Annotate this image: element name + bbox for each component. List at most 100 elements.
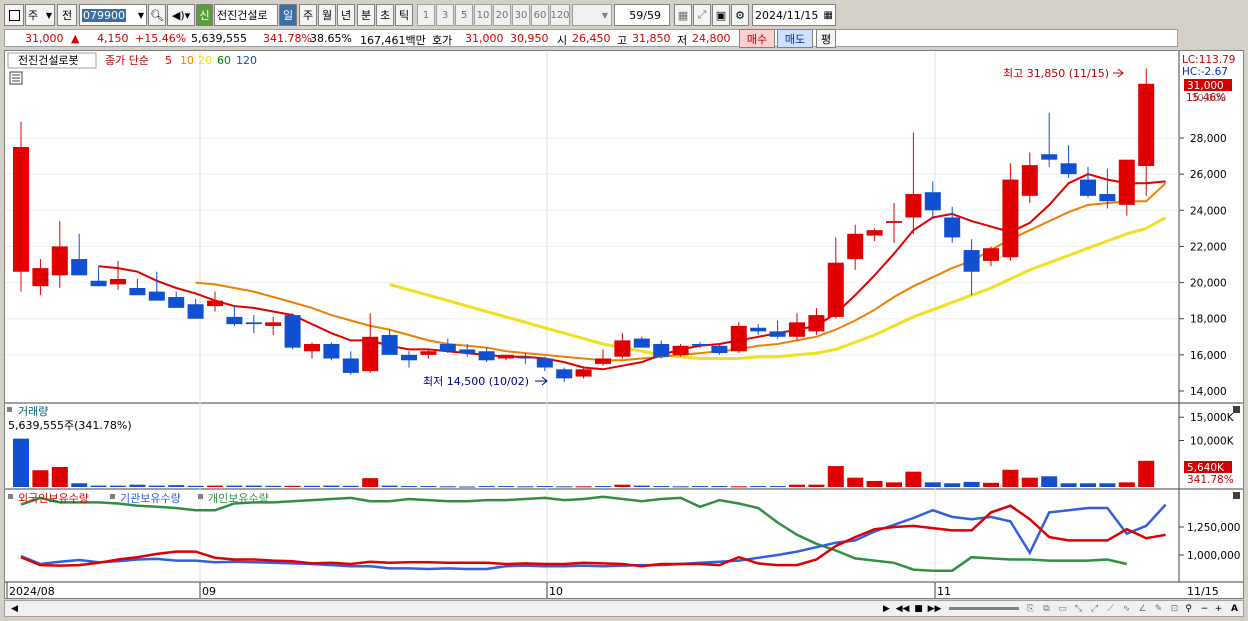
sell-button-label: 매도: [784, 32, 806, 46]
interval-button-1[interactable]: 3: [436, 4, 454, 26]
period-button-4[interactable]: 분: [357, 4, 375, 26]
volume-bar: [459, 486, 476, 488]
interval-button-3[interactable]: 10: [474, 4, 492, 26]
prefix-button[interactable]: 전: [57, 4, 77, 26]
period-button-6[interactable]: 틱: [395, 4, 413, 26]
wave-icon[interactable]: ∿: [1119, 602, 1134, 615]
window-icon[interactable]: [4, 4, 24, 26]
magnifier-icon[interactable]: ⚲: [1181, 602, 1196, 615]
sell-button[interactable]: 매도: [777, 29, 813, 48]
interval-button-2[interactable]: 5: [455, 4, 473, 26]
candle-body: [71, 259, 88, 276]
volume-bar: [148, 485, 165, 487]
x-axis-label: 11: [937, 585, 951, 598]
fast-forward-icon[interactable]: ▶▶: [927, 602, 942, 615]
date-field[interactable]: 2024/11/15 ▦: [752, 4, 836, 26]
count-field[interactable]: 59/59: [614, 4, 670, 26]
volume-bar: [168, 485, 185, 487]
tool-icon[interactable]: ▦: [674, 4, 692, 26]
y-tick-label: 26,000: [1190, 169, 1227, 181]
volume-bar: [536, 486, 553, 488]
candle-body: [1041, 154, 1058, 160]
candle-body: [789, 322, 805, 337]
volume-bar: [342, 485, 359, 487]
candle-body: [1118, 159, 1135, 205]
code-input-value: 079900: [82, 8, 126, 22]
plus-icon[interactable]: +: [1211, 602, 1226, 615]
line-tool-icon[interactable]: ⤡: [1071, 602, 1086, 615]
period-button-2[interactable]: 월: [318, 4, 336, 26]
interval-button-7[interactable]: 120: [550, 4, 570, 26]
period-button-0[interactable]: 일: [279, 4, 297, 26]
ask-price-2: 30,950: [510, 32, 549, 45]
x-axis-label: 2024/08: [9, 585, 55, 598]
volume-bar: [963, 481, 980, 487]
y-tick-label: 24,000: [1190, 205, 1227, 217]
volume-bar: [886, 482, 902, 487]
rewind-icon[interactable]: ◀◀: [895, 602, 910, 615]
candle-body: [827, 262, 844, 317]
fibonacci-icon[interactable]: ⟋: [1103, 602, 1118, 615]
holdings-legend-0: 외국인보유수량: [18, 492, 89, 505]
period-button-5[interactable]: 초: [376, 4, 394, 26]
speaker-icon[interactable]: ◀)▾: [167, 4, 195, 26]
candle-body: [381, 334, 398, 355]
candle-body: [1080, 179, 1096, 196]
market-select[interactable]: 주 ▼: [25, 4, 55, 26]
volume-last-percent: 341.78%: [1187, 474, 1234, 486]
y-tick-label: 14,000: [1190, 386, 1227, 398]
volume-bar: [1021, 477, 1038, 487]
crosshair-icon[interactable]: ⤢: [693, 4, 711, 26]
candle-body: [439, 344, 456, 352]
chart-canvas[interactable]: 28,000 26,000 24,000 22,000 20,000 18,000 16,0…: [5, 51, 1243, 598]
candle-body: [478, 351, 495, 361]
y-tick-label: 28,000: [1190, 133, 1227, 145]
save-icon[interactable]: ▣: [712, 4, 730, 26]
stamp-icon[interactable]: ⊡: [1167, 602, 1182, 615]
min-price-label: 최저 14,500 (10/02): [423, 375, 529, 388]
interval-button-4[interactable]: 20: [493, 4, 511, 26]
turnover-value: 38.65%: [310, 32, 352, 45]
pen-icon[interactable]: ✎: [1151, 602, 1166, 615]
interval-label: 1: [422, 9, 430, 21]
change-percent: +15.46%: [135, 32, 187, 45]
count-select[interactable]: ▼: [572, 4, 612, 26]
zoom-slider[interactable]: [949, 607, 1019, 610]
quote-bar: 31,000 ▲ 4,150 +15.46% 5,639,555 341.78%…: [4, 29, 1178, 47]
foreign-line: [20, 504, 1166, 568]
code-input[interactable]: 079900 ▼: [79, 4, 147, 26]
volume-bar: [284, 485, 301, 487]
window-icon[interactable]: ▭: [1055, 602, 1070, 615]
stop-icon[interactable]: ■: [911, 602, 926, 615]
chart-scrollbar[interactable]: ◀ ▶ ◀◀ ■ ▶▶ ⎘ ⧉ ▭ ⤡ ⤢ ⟋ ∿ ∠ ✎ ⊡ ⚲ − + A: [4, 600, 1244, 617]
holdings-panel-close-icon[interactable]: [1233, 492, 1240, 499]
cursor-icon[interactable]: ⎘: [1023, 602, 1038, 615]
scroll-left-icon[interactable]: ◀: [7, 602, 22, 615]
print-icon[interactable]: ⚙: [731, 4, 749, 26]
ask-price-1: 31,000: [465, 32, 504, 45]
period-button-1[interactable]: 주: [299, 4, 317, 26]
period-button-3[interactable]: 년: [337, 4, 355, 26]
panel-stock-name: 전진건설로봇: [18, 54, 79, 67]
chart-area[interactable]: 28,000 26,000 24,000 22,000 20,000 18,000 16,0…: [4, 50, 1244, 599]
period-label: 일: [282, 9, 294, 22]
high-price: 31,850: [632, 32, 671, 45]
buy-button[interactable]: 매수: [739, 29, 775, 48]
interval-button-5[interactable]: 30: [512, 4, 530, 26]
volume-panel-close-icon[interactable]: [1233, 406, 1240, 413]
text-tool-icon[interactable]: A: [1227, 602, 1242, 615]
candle-body: [730, 325, 747, 352]
interval-button-6[interactable]: 60: [531, 4, 549, 26]
low-label: 저: [677, 34, 688, 47]
volume-bar: [614, 484, 631, 487]
new-listing-badge: 신: [196, 4, 213, 26]
minus-icon[interactable]: −: [1197, 602, 1212, 615]
interval-button-0[interactable]: 1: [417, 4, 435, 26]
eval-button[interactable]: 평: [816, 29, 836, 48]
search-icon[interactable]: 🔍︎: [148, 4, 166, 26]
trend-tool-icon[interactable]: ⤢: [1087, 602, 1102, 615]
angle-icon[interactable]: ∠: [1135, 602, 1150, 615]
copy-icon[interactable]: ⧉: [1039, 602, 1054, 615]
scroll-right-icon[interactable]: ▶: [879, 602, 894, 615]
candle-body: [420, 351, 437, 355]
